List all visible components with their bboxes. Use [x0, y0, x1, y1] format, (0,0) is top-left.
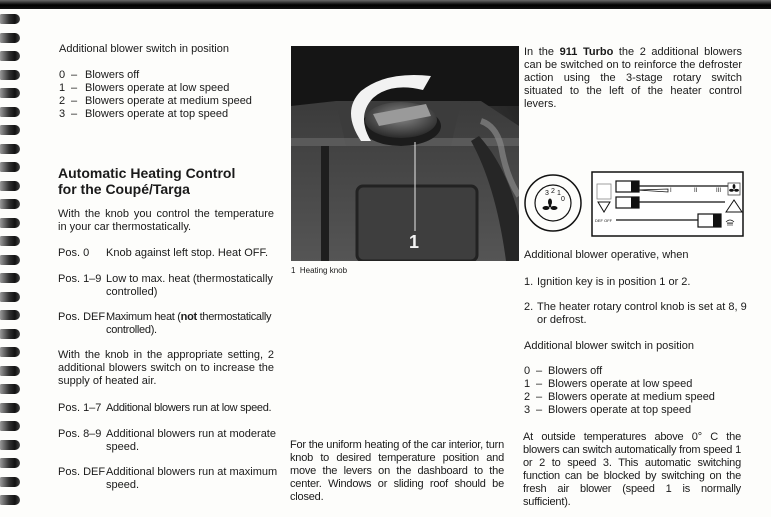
figure-caption: 1 Heating knob: [291, 266, 348, 275]
col1-position-list: 0– Blowers off 1– Blowers operate at low s…: [59, 69, 252, 121]
col3-position-list: 0– Blowers off 1– Blowers operate at low s…: [524, 365, 715, 417]
col1-intro: Additional blower switch in position: [59, 43, 229, 55]
binding-ring: [0, 143, 20, 154]
section-heading: Automatic Heating Control for the Coupé/…: [58, 165, 236, 197]
list-item: 2– Blowers operate at medium speed: [59, 95, 252, 107]
col1-para2: With the knob in the appropriate setting…: [58, 349, 274, 387]
col3-intro: Additional blower switch in position: [524, 340, 694, 352]
list-item: 3– Blowers operate at top speed: [524, 404, 692, 416]
list-item: 3– Blowers operate at top speed: [59, 108, 229, 120]
heater-control-panel: I II III DEF OFF: [591, 171, 744, 237]
setting-row: Pos. 1–9 Low to max. heat (thermostatica…: [58, 273, 273, 298]
list-item: 0– Blowers off: [524, 365, 603, 377]
binding-ring: [0, 32, 20, 43]
condition-item: 1. Ignition key is in position 1 or 2.: [524, 276, 691, 288]
blower-switch-diagram: 3 2 1 0 I II III DEF OFF: [524, 171, 744, 237]
blower-setting-row: Pos. 1–7 Additional blowers run at low s…: [58, 402, 272, 414]
binding-ring: [0, 476, 20, 487]
list-item: 1– Blowers operate at low speed: [524, 378, 693, 390]
dial-label: 2: [551, 188, 555, 195]
list-item: 1– Blowers operate at low speed: [59, 82, 230, 94]
binding-ring: [0, 439, 20, 450]
binding-ring: [0, 291, 20, 302]
col3-para-final: At outside temperatures above 0° C the b…: [523, 431, 741, 508]
binding-ring: [0, 217, 20, 228]
binding-ring: [0, 365, 20, 376]
dial-label: 0: [561, 196, 565, 203]
binding-ring: [0, 384, 20, 394]
blower-setting-row: Pos. DEF Additional blowers run at maxim…: [58, 466, 278, 491]
binding-ring: [0, 14, 20, 24]
binding-ring: [0, 180, 20, 191]
scale-label: III: [716, 188, 721, 194]
col2-para: For the uniform heating of the car inter…: [290, 439, 504, 503]
binding-ring: [0, 69, 20, 80]
col3-operative-intro: Additional blower operative, when: [524, 249, 689, 261]
binding-ring: [0, 51, 20, 61]
page-top-edge: [0, 0, 771, 9]
binding-ring: [0, 328, 20, 339]
binding-ring: [0, 88, 20, 98]
dial-label: 3: [545, 190, 549, 197]
heating-knob-photo: 1: [291, 46, 519, 261]
binding-ring: [0, 106, 20, 117]
condition-item: 2. The heater rotary control knob is set…: [524, 301, 747, 326]
binding-ring: [0, 199, 20, 209]
binding-ring: [0, 458, 20, 468]
rotary-switch-icon: 3 2 1 0: [524, 174, 582, 232]
list-item: 0– Blowers off: [59, 69, 140, 81]
binding-ring: [0, 236, 20, 246]
binding-ring: [0, 254, 20, 265]
binding-ring: [0, 273, 20, 283]
binding-ring: [0, 125, 20, 135]
binding-ring: [0, 347, 20, 357]
binding-ring: [0, 402, 20, 413]
binding-ring: [0, 421, 20, 431]
binding-ring: [0, 310, 20, 320]
scale-label: II: [694, 188, 698, 194]
list-item: 2– Blowers operate at medium speed: [524, 391, 715, 403]
setting-row: Pos. DEF Maximum heat (not thermostatica…: [58, 311, 272, 336]
binding-ring: [0, 162, 20, 172]
def-off-label: DEF OFF: [595, 218, 613, 223]
setting-row: Pos. 0 Knob against left stop. Heat OFF.: [58, 247, 269, 259]
dashboard-illustration: 1: [291, 46, 519, 261]
col1-para1: With the knob you control the temperatur…: [58, 208, 274, 233]
spiral-binding: [0, 14, 22, 514]
fan-icon: [542, 198, 558, 210]
figure-callout-number: 1: [409, 232, 419, 252]
binding-ring: [0, 495, 20, 505]
col3-para1: In the 911 Turbo the 2 additional blower…: [524, 46, 742, 110]
blower-setting-row: Pos. 8–9 Additional blowers run at moder…: [58, 428, 276, 453]
